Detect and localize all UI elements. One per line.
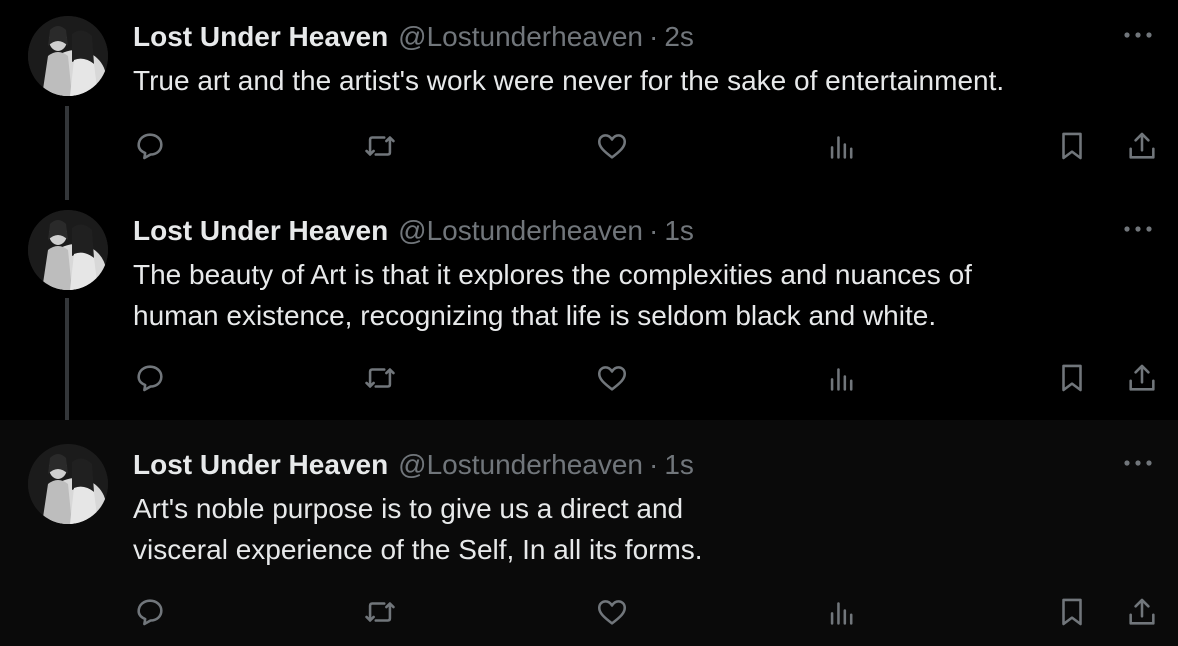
- like-button[interactable]: [592, 592, 632, 632]
- tweet-text-line: visceral experience of the Self, In all …: [133, 534, 703, 565]
- views-icon: [830, 602, 853, 625]
- like-icon: [597, 134, 627, 159]
- share-icon: [1129, 598, 1155, 625]
- share-button[interactable]: [1122, 592, 1162, 632]
- tweet-text: The beauty of Art is that it explores th…: [133, 254, 1133, 336]
- bookmark-icon: [1062, 598, 1082, 626]
- tweet-focused[interactable]: Lost Under Heaven @Lostunderheaven · 1s …: [0, 420, 1178, 646]
- tweet[interactable]: Lost Under Heaven @Lostunderheaven · 2s …: [0, 0, 1178, 200]
- more-options-icon[interactable]: [1120, 219, 1156, 239]
- avatar[interactable]: [28, 16, 108, 96]
- avatar[interactable]: [28, 210, 108, 290]
- tweet[interactable]: Lost Under Heaven @Lostunderheaven · 1s …: [0, 200, 1178, 420]
- separator: ·: [649, 215, 659, 246]
- action-bar: [0, 592, 1178, 632]
- retweet-icon: [365, 368, 395, 388]
- tweet-text-line: True art and the artist's work were neve…: [133, 65, 1005, 96]
- tweet-header: Lost Under Heaven @Lostunderheaven · 1s: [133, 211, 694, 251]
- bookmark-button[interactable]: [1052, 126, 1092, 166]
- tweet-header: Lost Under Heaven @Lostunderheaven · 1s: [133, 445, 694, 485]
- share-icon: [1129, 132, 1155, 159]
- tweet-text-line: Art's noble purpose is to give us a dire…: [133, 493, 684, 524]
- timestamp[interactable]: 1s: [664, 445, 694, 485]
- timestamp[interactable]: 1s: [664, 211, 694, 251]
- views-icon: [830, 368, 853, 391]
- reply-icon: [137, 133, 163, 160]
- bookmark-button[interactable]: [1052, 592, 1092, 632]
- tweet-header: Lost Under Heaven @Lostunderheaven · 2s: [133, 17, 694, 57]
- retweet-icon: [365, 602, 395, 622]
- reply-button[interactable]: [130, 358, 170, 398]
- avatar[interactable]: [28, 444, 108, 524]
- separator: ·: [649, 21, 659, 52]
- retweet-button[interactable]: [360, 126, 400, 166]
- tweet-text-line: human existence, recognizing that life i…: [133, 300, 937, 331]
- like-button[interactable]: [592, 126, 632, 166]
- action-bar: [0, 358, 1178, 398]
- bookmark-icon: [1062, 364, 1082, 392]
- retweet-button[interactable]: [360, 592, 400, 632]
- handle[interactable]: @Lostunderheaven: [398, 17, 643, 57]
- separator: ·: [649, 449, 659, 480]
- like-icon: [597, 600, 627, 625]
- share-button[interactable]: [1122, 358, 1162, 398]
- share-button[interactable]: [1122, 126, 1162, 166]
- action-bar: [0, 126, 1178, 166]
- bookmark-icon: [1062, 132, 1082, 160]
- display-name[interactable]: Lost Under Heaven: [133, 211, 388, 251]
- tweet-text-line: The beauty of Art is that it explores th…: [133, 259, 972, 290]
- bookmark-button[interactable]: [1052, 358, 1092, 398]
- tweet-thread: Lost Under Heaven @Lostunderheaven · 2s …: [0, 0, 1178, 646]
- views-button[interactable]: [822, 126, 862, 166]
- more-options-icon[interactable]: [1120, 453, 1156, 473]
- share-icon: [1129, 364, 1155, 391]
- handle[interactable]: @Lostunderheaven: [398, 445, 643, 485]
- timestamp[interactable]: 2s: [664, 17, 694, 57]
- reply-button[interactable]: [130, 126, 170, 166]
- display-name[interactable]: Lost Under Heaven: [133, 445, 388, 485]
- retweet-button[interactable]: [360, 358, 400, 398]
- reply-icon: [137, 599, 163, 626]
- like-button[interactable]: [592, 358, 632, 398]
- tweet-text: Art's noble purpose is to give us a dire…: [133, 488, 1133, 570]
- reply-icon: [137, 365, 163, 392]
- tweet-text: True art and the artist's work were neve…: [133, 60, 1133, 101]
- more-options-icon[interactable]: [1120, 25, 1156, 45]
- retweet-icon: [365, 136, 395, 156]
- display-name[interactable]: Lost Under Heaven: [133, 17, 388, 57]
- views-icon: [830, 136, 853, 159]
- like-icon: [597, 366, 627, 391]
- views-button[interactable]: [822, 358, 862, 398]
- reply-button[interactable]: [130, 592, 170, 632]
- views-button[interactable]: [822, 592, 862, 632]
- handle[interactable]: @Lostunderheaven: [398, 211, 643, 251]
